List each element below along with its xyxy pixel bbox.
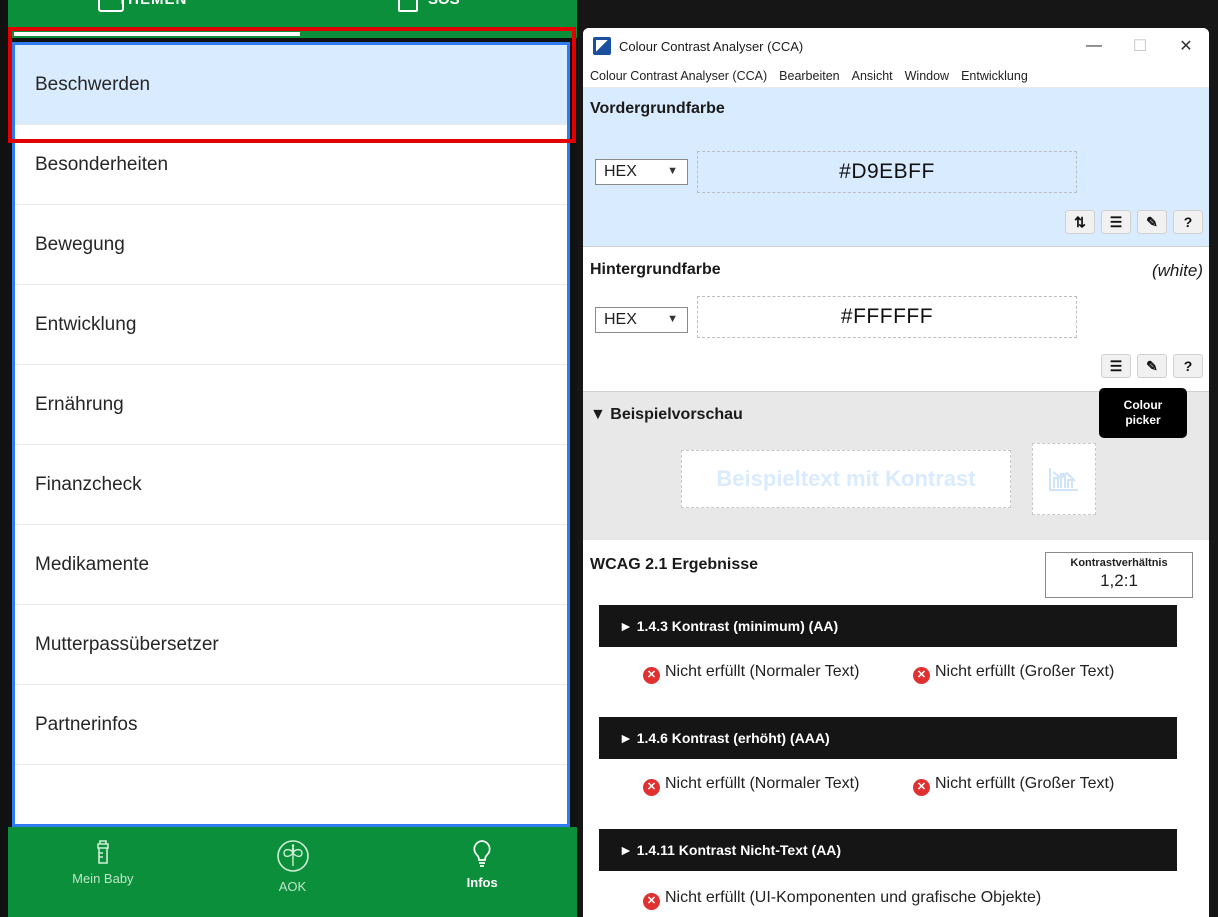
list-item-finanzcheck[interactable]: Finanzcheck xyxy=(15,445,567,525)
sliders-icon[interactable]: ☰ xyxy=(1101,354,1131,378)
result-large-text: ✕ Nicht erfüllt (Großer Text) xyxy=(913,662,1183,684)
foreground-format-select[interactable]: HEX ▼ xyxy=(595,159,688,185)
sliders-icon[interactable]: ☰ xyxy=(1101,210,1131,234)
fail-x-icon: ✕ xyxy=(643,893,660,910)
foreground-title: Vordergrundfarbe xyxy=(590,100,725,117)
cca-logo-icon xyxy=(593,37,611,55)
list-item-besonderheiten[interactable]: Besonderheiten xyxy=(15,125,567,205)
help-icon[interactable]: ? xyxy=(1173,354,1203,378)
tab-sos[interactable]: SOS xyxy=(428,0,460,8)
maximize-button[interactable]: ☐ xyxy=(1117,28,1163,64)
result-text: Nicht erfüllt (Normaler Text) xyxy=(665,775,860,792)
swap-colors-icon[interactable]: ⇅ xyxy=(1065,210,1095,234)
result-text: Nicht erfüllt (Großer Text) xyxy=(935,775,1115,792)
list-item-medikamente[interactable]: Medikamente xyxy=(15,525,567,605)
top-tab-bar: THEMEN SOS xyxy=(8,0,577,38)
fail-x-icon: ✕ xyxy=(643,667,660,684)
help-icon[interactable]: ? xyxy=(1173,210,1203,234)
cca-desktop-area: Colour Contrast Analyser (CCA) — ☐ ✕ Col… xyxy=(577,0,1218,917)
background-title: Hintergrundfarbe xyxy=(590,261,721,278)
result-text: Nicht erfüllt (UI-Komponenten und grafis… xyxy=(665,889,1042,906)
result-ui-components: ✕ Nicht erfüllt (UI-Komponenten und grafi… xyxy=(643,888,1183,910)
menu-cca[interactable]: Colour Contrast Analyser (CCA) xyxy=(590,69,767,83)
background-format-select[interactable]: HEX ▼ xyxy=(595,307,688,333)
eyedropper-icon[interactable]: ✎ xyxy=(1137,210,1167,234)
list-item-schutzfristen[interactable]: Schutzfristen xyxy=(15,765,567,824)
eyedropper-icon[interactable]: ✎ xyxy=(1137,354,1167,378)
criterion-1-4-6[interactable]: ► 1.4.6 Kontrast (erhöht) (AAA) xyxy=(599,717,1177,759)
bottom-navigation: Mein Baby AOK Infos xyxy=(8,827,577,917)
result-normal-text: ✕ Nicht erfüllt (Normaler Text) xyxy=(643,774,883,796)
minimize-button[interactable]: — xyxy=(1071,28,1117,64)
result-text: Nicht erfüllt (Großer Text) xyxy=(935,663,1115,680)
result-large-text: ✕ Nicht erfüllt (Großer Text) xyxy=(913,774,1183,796)
close-button[interactable]: ✕ xyxy=(1163,28,1209,64)
list-item-partnerinfos[interactable]: Partnerinfos xyxy=(15,685,567,765)
mobile-app-panel: THEMEN SOS Beschwerden Besonderheiten Be… xyxy=(0,0,577,917)
criterion-1-4-3[interactable]: ► 1.4.3 Kontrast (minimum) (AA) xyxy=(599,605,1177,647)
background-color-name: (white) xyxy=(1151,261,1203,280)
list-item-beschwerden[interactable]: Beschwerden xyxy=(15,45,567,125)
result-text: Nicht erfüllt (Normaler Text) xyxy=(665,663,860,680)
preview-section: ▼ Beispielvorschau Beispieltext mit Kont… xyxy=(583,388,1209,540)
fail-x-icon: ✕ xyxy=(913,667,930,684)
chevron-down-icon: ▼ xyxy=(667,165,678,177)
foreground-section: Vordergrundfarbe HEX ▼ #D9EBFF ⇅ ☰ ✎ ? xyxy=(583,88,1209,247)
sos-tab-icon xyxy=(398,0,418,12)
list-item-bewegung[interactable]: Bewegung xyxy=(15,205,567,285)
fail-x-icon: ✕ xyxy=(913,779,930,796)
wcag-results-section: WCAG 2.1 Ergebnisse Kontrastverhältnis 1… xyxy=(583,540,1209,917)
baby-bottle-icon xyxy=(97,840,109,864)
nav-infos[interactable]: Infos xyxy=(387,827,577,917)
list-item-ernaehrung[interactable]: Ernährung xyxy=(15,365,567,445)
chevron-down-icon: ▼ xyxy=(667,313,678,325)
nav-label: Mein Baby xyxy=(72,871,134,886)
contrast-ratio-label: Kontrastverhältnis xyxy=(1070,557,1168,569)
lightbulb-icon xyxy=(473,840,491,867)
nav-label: Infos xyxy=(466,875,498,890)
background-hex-input[interactable]: #FFFFFF xyxy=(697,296,1077,338)
menu-bearbeiten[interactable]: Bearbeiten xyxy=(779,69,839,83)
format-value: HEX xyxy=(604,311,637,328)
tab-themen[interactable]: THEMEN xyxy=(118,0,187,8)
list-item-mutterpassuebersetzer[interactable]: Mutterpassübersetzer xyxy=(15,605,567,685)
wcag-title: WCAG 2.1 Ergebnisse xyxy=(590,556,759,573)
tooltip-line-1: Colour xyxy=(1123,398,1163,412)
foreground-hex-input[interactable]: #D9EBFF xyxy=(697,151,1077,193)
active-tab-indicator xyxy=(14,32,300,36)
preview-sample-text: Beispieltext mit Kontrast xyxy=(681,450,1011,508)
contrast-ratio-value: 1,2:1 xyxy=(1100,571,1138,590)
menu-window[interactable]: Window xyxy=(905,69,949,83)
menu-ansicht[interactable]: Ansicht xyxy=(852,69,893,83)
aok-tree-icon xyxy=(276,840,309,872)
nav-mein-baby[interactable]: Mein Baby xyxy=(8,827,198,917)
colour-picker-tooltip: Colour picker xyxy=(1099,388,1187,438)
background-tools: ☰ ✎ ? xyxy=(1101,354,1203,378)
window-title: Colour Contrast Analyser (CCA) xyxy=(619,38,804,54)
contrast-ratio-box: Kontrastverhältnis 1,2:1 xyxy=(1045,552,1193,598)
result-normal-text: ✕ Nicht erfüllt (Normaler Text) xyxy=(643,662,883,684)
fail-x-icon: ✕ xyxy=(643,779,660,796)
chart-preview-icon xyxy=(1032,443,1096,515)
tooltip-line-2: picker xyxy=(1125,413,1161,427)
menu-entwicklung[interactable]: Entwicklung xyxy=(961,69,1028,83)
topic-list: Beschwerden Besonderheiten Bewegung Entw… xyxy=(12,42,570,827)
nav-aok[interactable]: AOK xyxy=(198,827,388,917)
background-section: Hintergrundfarbe (white) HEX ▼ #FFFFFF ☰… xyxy=(583,247,1209,392)
cca-window: Colour Contrast Analyser (CCA) — ☐ ✕ Col… xyxy=(583,28,1209,917)
menu-bar: Colour Contrast Analyser (CCA) Bearbeite… xyxy=(583,64,1209,88)
list-item-entwicklung[interactable]: Entwicklung xyxy=(15,285,567,365)
window-titlebar: Colour Contrast Analyser (CCA) — ☐ ✕ xyxy=(583,28,1209,64)
format-value: HEX xyxy=(604,163,637,180)
nav-label: AOK xyxy=(278,879,307,894)
foreground-tools: ⇅ ☰ ✎ ? xyxy=(1065,210,1203,234)
preview-title[interactable]: ▼ Beispielvorschau xyxy=(590,406,743,424)
criterion-1-4-11[interactable]: ► 1.4.11 Kontrast Nicht-Text (AA) xyxy=(599,829,1177,871)
